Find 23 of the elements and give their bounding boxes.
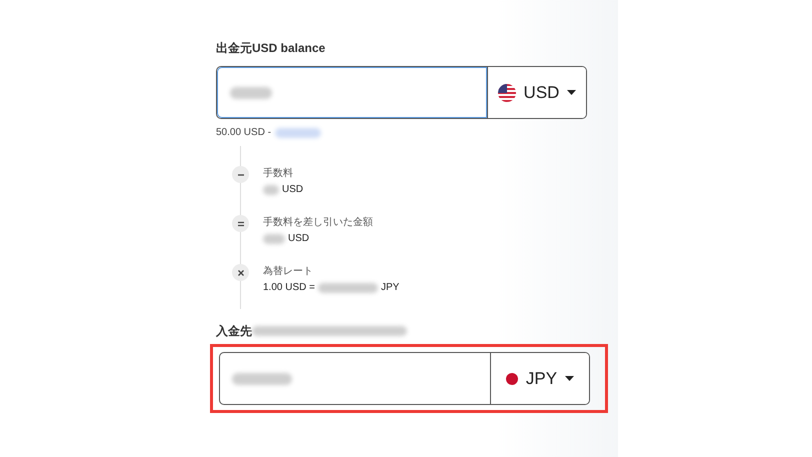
amount-field[interactable]: USD — [216, 66, 587, 119]
redacted-value — [263, 184, 279, 194]
balance-hint: 50.00 USD - — [216, 127, 272, 138]
step-label: 手数料を差し引いた金額 — [263, 216, 373, 229]
currency-code: JPY — [380, 282, 400, 293]
step-label: 為替レート — [263, 264, 314, 278]
caret-icon — [565, 376, 574, 381]
field-label: 入金先 — [216, 322, 252, 340]
amount-field[interactable]: JPY — [219, 352, 590, 405]
redacted-value — [232, 372, 292, 384]
currency-select[interactable]: USD — [487, 67, 586, 118]
step-label: 手数料 — [263, 166, 294, 180]
flag-icon — [498, 84, 516, 102]
caret-icon — [567, 90, 576, 95]
rate-prefix: 1.00 USD = — [263, 282, 315, 293]
currency-select[interactable]: JPY — [490, 353, 589, 404]
flag-icon — [506, 372, 518, 384]
currency-code: USD — [282, 184, 304, 195]
currency-code: USD — [288, 233, 310, 244]
field-label: 出金元USD balance — [216, 40, 326, 56]
redacted-value — [263, 234, 285, 244]
redacted-value — [318, 282, 378, 292]
redacted-value — [230, 86, 272, 98]
